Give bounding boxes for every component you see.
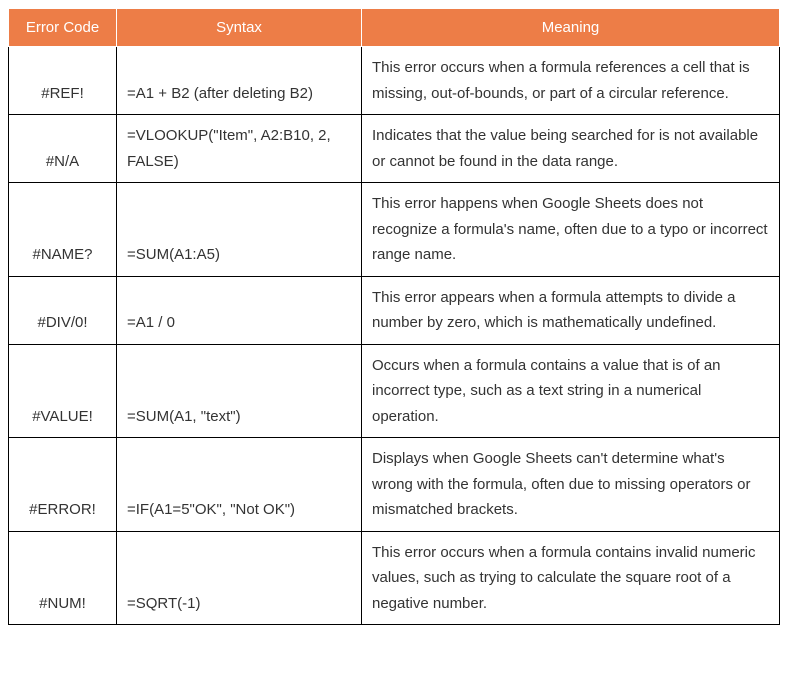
cell-meaning: Occurs when a formula contains a value t… xyxy=(362,344,780,438)
table-row: #N/A =VLOOKUP("Item", A2:B10, 2, FALSE) … xyxy=(9,115,780,183)
table-row: #NUM! =SQRT(-1) This error occurs when a… xyxy=(9,531,780,625)
cell-error-code: #REF! xyxy=(9,47,117,115)
table-row: #ERROR! =IF(A1=5"OK", "Not OK") Displays… xyxy=(9,438,780,532)
cell-meaning: This error happens when Google Sheets do… xyxy=(362,183,780,277)
cell-error-code: #NUM! xyxy=(9,531,117,625)
cell-error-code: #DIV/0! xyxy=(9,276,117,344)
table-row: #NAME? =SUM(A1:A5) This error happens wh… xyxy=(9,183,780,277)
cell-error-code: #N/A xyxy=(9,115,117,183)
cell-error-code: #ERROR! xyxy=(9,438,117,532)
table-header-row: Error Code Syntax Meaning xyxy=(9,9,780,47)
table-row: #REF! =A1 + B2 (after deleting B2) This … xyxy=(9,47,780,115)
cell-syntax: =SUM(A1:A5) xyxy=(117,183,362,277)
header-meaning: Meaning xyxy=(362,9,780,47)
header-error-code: Error Code xyxy=(9,9,117,47)
cell-meaning: Displays when Google Sheets can't determ… xyxy=(362,438,780,532)
cell-meaning: Indicates that the value being searched … xyxy=(362,115,780,183)
table-row: #DIV/0! =A1 / 0 This error appears when … xyxy=(9,276,780,344)
cell-syntax: =SUM(A1, "text") xyxy=(117,344,362,438)
cell-meaning: This error occurs when a formula referen… xyxy=(362,47,780,115)
cell-error-code: #NAME? xyxy=(9,183,117,277)
cell-syntax: =VLOOKUP("Item", A2:B10, 2, FALSE) xyxy=(117,115,362,183)
cell-error-code: #VALUE! xyxy=(9,344,117,438)
header-syntax: Syntax xyxy=(117,9,362,47)
cell-syntax: =SQRT(-1) xyxy=(117,531,362,625)
cell-syntax: =A1 / 0 xyxy=(117,276,362,344)
table-row: #VALUE! =SUM(A1, "text") Occurs when a f… xyxy=(9,344,780,438)
cell-syntax: =IF(A1=5"OK", "Not OK") xyxy=(117,438,362,532)
cell-meaning: This error appears when a formula attemp… xyxy=(362,276,780,344)
cell-meaning: This error occurs when a formula contain… xyxy=(362,531,780,625)
cell-syntax: =A1 + B2 (after deleting B2) xyxy=(117,47,362,115)
error-codes-table: Error Code Syntax Meaning #REF! =A1 + B2… xyxy=(8,8,780,625)
